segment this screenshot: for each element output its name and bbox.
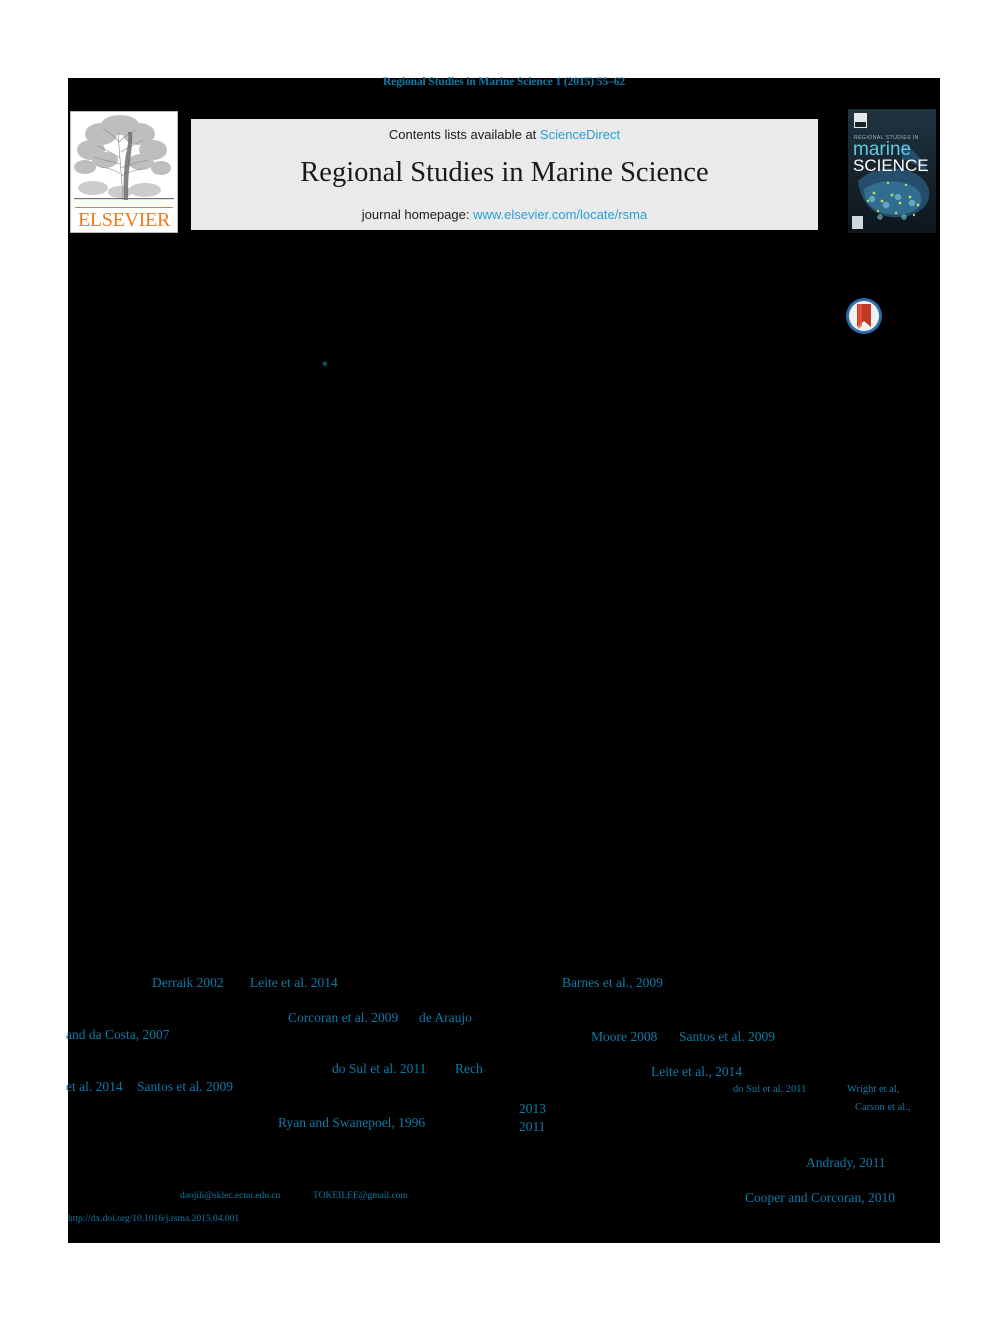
citation-link-leite-et-al-2014-b[interactable]: Leite et al., 2014	[651, 1064, 742, 1080]
contents-box: Contents lists available at ScienceDirec…	[191, 119, 818, 230]
citation-link-derraik-2002[interactable]: Derraik 2002	[152, 975, 224, 991]
email-primary-link[interactable]: daojili@sklec.ecnu.edu.cn	[180, 1190, 280, 1202]
journal-title: Regional Studies in Marine Science	[300, 157, 709, 188]
footnote-separator	[68, 1152, 228, 1153]
citation-link-cooper-corcoran-2010[interactable]: Cooper and Corcoran, 2010	[745, 1190, 895, 1206]
journal-cover-thumbnail: REGIONAL STUDIES IN marine SCIENCE	[848, 109, 936, 233]
citation-link-wright-et-al-2013-a[interactable]: Wright et al,	[847, 1083, 899, 1096]
elsevier-wordmark: ELSEVIER	[77, 209, 171, 231]
citation-link-do-sul-et-al-2011-b[interactable]: do Sul et al. 2011	[733, 1083, 806, 1096]
journal-masthead: ELSEVIER Contents lists available at Sci…	[68, 108, 940, 234]
article-page: Regional Studies in Marine Science 1 (20…	[0, 0, 992, 1323]
homepage-prefix: journal homepage:	[361, 207, 474, 222]
cover-title-science: SCIENCE	[853, 156, 929, 175]
contents-prefix: Contents lists available at	[388, 127, 540, 142]
citation-link-corcoran-et-al-2009[interactable]: Corcoran et al. 2009	[288, 1010, 398, 1026]
citation-link-de-araujo-2007-a[interactable]: de Araujo	[419, 1010, 472, 1026]
journal-homepage-line: journal homepage: www.elsevier.com/locat…	[191, 207, 818, 222]
running-head: Regional Studies in Marine Science 1 (20…	[382, 76, 626, 88]
doi-link[interactable]: http://dx.doi.org/10.1016/j.rsma.2015.04…	[68, 1213, 239, 1225]
citation-link-wright-et-al-2013-b[interactable]: 2013	[519, 1101, 546, 1117]
citation-link-carson-et-al-2011-a[interactable]: Carson et al.,	[855, 1101, 910, 1114]
citation-link-andrady-2011[interactable]: Andrady, 2011	[806, 1155, 886, 1171]
citation-link-leite-et-al-2014-a[interactable]: Leite et al. 2014	[250, 975, 338, 991]
redacted-body-plate	[68, 78, 940, 1243]
citation-link-do-sul-et-al-2011-a[interactable]: do Sul et al. 2011	[332, 1061, 426, 1077]
elsevier-tree-icon	[74, 115, 174, 201]
citation-link-santos-et-al-2009-b[interactable]: Santos et al. 2009	[137, 1079, 233, 1095]
citation-link-santos-et-al-2009-a[interactable]: Santos et al. 2009	[679, 1029, 775, 1045]
citation-link-rech-et-al-2014-a[interactable]: Rech	[455, 1061, 483, 1077]
elsevier-divider	[75, 207, 173, 208]
crossmark-badge[interactable]	[845, 297, 883, 335]
citation-link-ryan-swanepoel-1996[interactable]: Ryan and Swanepoel, 1996	[278, 1115, 425, 1131]
contents-available-line: Contents lists available at ScienceDirec…	[191, 127, 818, 142]
email-secondary-link[interactable]: TOKEILEE@gmail.com	[313, 1190, 408, 1202]
elsevier-logo: ELSEVIER	[70, 111, 178, 233]
crossmark-icon	[846, 298, 882, 334]
citation-link-moore-2008[interactable]: Moore 2008	[591, 1029, 657, 1045]
citation-link-de-araujo-2007-b[interactable]: and da Costa, 2007	[66, 1027, 170, 1043]
citation-link-rech-et-al-2014-b[interactable]: et al. 2014	[66, 1079, 123, 1095]
citation-link-carson-et-al-2011-b[interactable]: 2011	[519, 1119, 546, 1135]
citation-link-barnes-et-al-2009[interactable]: Barnes et al., 2009	[562, 975, 663, 991]
cover-publisher-mark-icon	[854, 113, 867, 128]
sciencedirect-link[interactable]: ScienceDirect	[540, 127, 620, 142]
corresponding-author-marker[interactable]: *	[322, 359, 328, 374]
journal-homepage-link[interactable]: www.elsevier.com/locate/rsma	[473, 207, 647, 222]
cover-bottom-badge-icon	[852, 216, 863, 229]
